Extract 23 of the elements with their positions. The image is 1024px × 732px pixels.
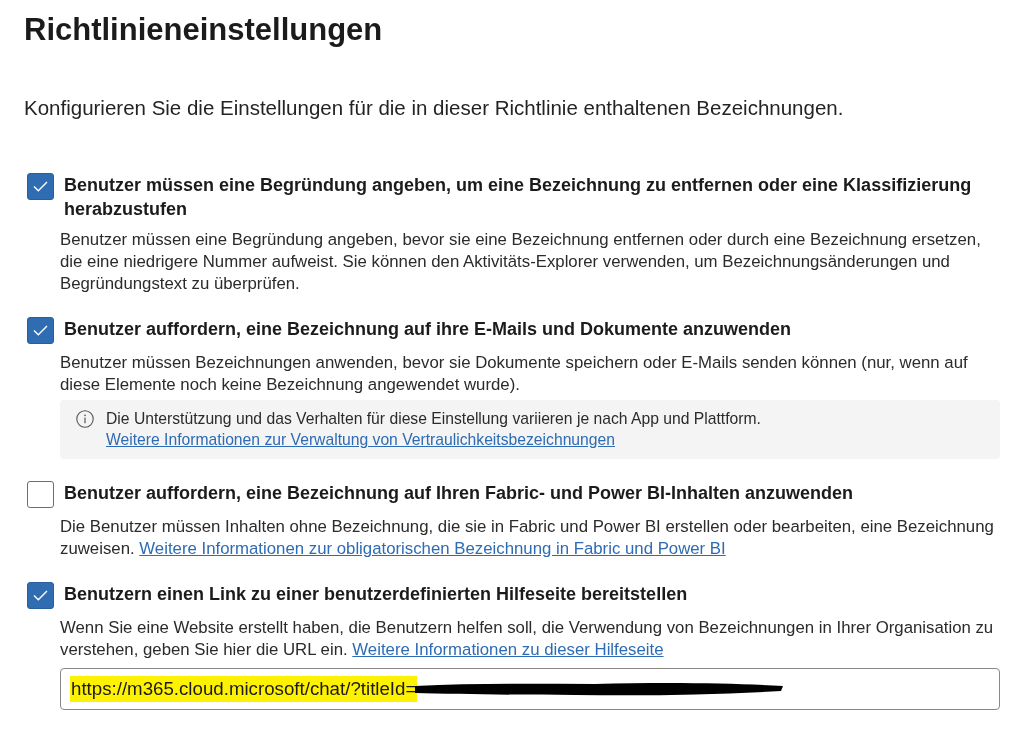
checkbox[interactable] bbox=[27, 582, 54, 609]
setting-label: Benutzern einen Link zu einer benutzerdefinierten Hilfeseite bereitstellen bbox=[64, 583, 688, 606]
checkbox[interactable] bbox=[27, 173, 54, 200]
info-text: Die Unterstützung und das Verhalten für diese Einstellung variieren je nach App und Plattform. Weitere Informationen zur Verwaltung von Vertraulichkeitsbezeichnungen bbox=[106, 409, 762, 450]
setting-label: Benutzer auffordern, eine Bezeichnung auf ihre E-Mails und Dokumente anzuwenden bbox=[64, 318, 792, 341]
checkbox[interactable] bbox=[27, 317, 54, 344]
setting-description: Wenn Sie eine Website erstellt haben, die Benutzern helfen soll, die Verwendung von Bezeichnungen in Ihrer Organisation zu verstehen, geben Sie hier die URL ein. Weitere Informationen zu dieser Hilfeseite bbox=[60, 617, 995, 661]
help-link[interactable]: Weitere Informationen zu dieser Hilfeseite bbox=[352, 640, 664, 659]
setting-description: Benutzer müssen Bezeichnungen anwenden, bevor sie Dokumente speichern oder E-Mails senden können (nur, wenn auf diese Elemente noch keine Bezeichnung angewendet wurde). bbox=[60, 352, 969, 396]
setting-label: Benutzer auffordern, eine Bezeichnung auf Ihren Fabric- und Power BI-Inhalten anzuwenden bbox=[64, 482, 854, 505]
setting-label: Benutzer müssen eine Begründung angeben, um eine Bezeichnung zu entfernen oder eine Klassifizierung herabzustufen bbox=[64, 174, 973, 221]
info-icon bbox=[76, 410, 94, 428]
checkmark-icon bbox=[33, 325, 48, 336]
setting-description: Die Benutzer müssen Inhalten ohne Bezeichnung, die sie in Fabric und Power BI erstellen oder bearbeiten, eine Bezeichnung zuweisen. Weitere Informationen zur obligatorischen Bezeichnung in Fabric und Power BI bbox=[60, 516, 995, 560]
url-field[interactable]: https://m365.cloud.microsoft/chat/?titleId= bbox=[60, 668, 1000, 710]
help-link[interactable]: Weitere Informationen zur Verwaltung von Vertraulichkeitsbezeichnungen bbox=[106, 431, 615, 448]
page-title: Richtlinieneinstellungen bbox=[24, 12, 383, 48]
setting-description: Benutzer müssen eine Begründung angeben, bevor sie eine Bezeichnung entfernen oder durch eine Bezeichnung ersetzen, die eine niedrigere Nummer aufweist. Sie können den Aktivitäts-Explorer verwenden, um Bezeichnungsänderungen und Begründungstext zu überprüfen. bbox=[60, 229, 982, 295]
intro-text: Konfigurieren Sie die Einstellungen für die in dieser Richtlinie enthaltenen Bezeichnungen. bbox=[24, 95, 844, 121]
checkmark-icon bbox=[33, 181, 48, 192]
checkbox[interactable] bbox=[27, 481, 54, 508]
help-link[interactable]: Weitere Informationen zur obligatorischen Bezeichnung in Fabric und Power BI bbox=[139, 539, 726, 558]
checkmark-icon bbox=[33, 590, 48, 601]
